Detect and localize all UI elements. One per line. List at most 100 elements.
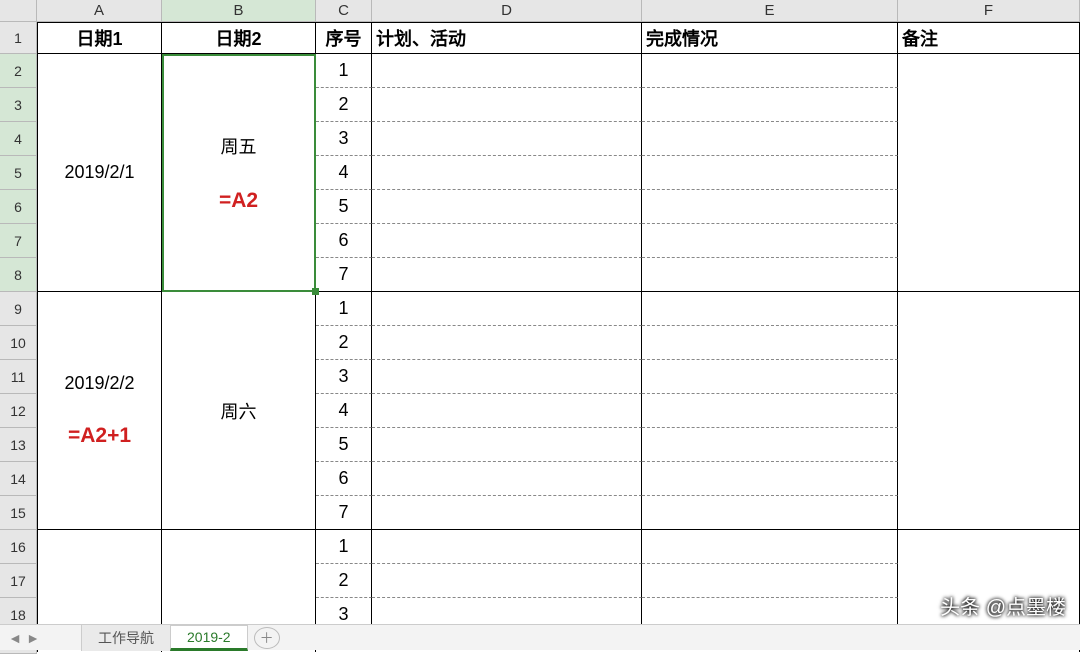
- sheet-tab-bar: ◄ ► 工作导航 2019-2 ＋: [0, 624, 1080, 650]
- cell-C9[interactable]: 1: [316, 292, 372, 326]
- rowhdr-10[interactable]: 10: [0, 326, 37, 360]
- cell-B9-merged[interactable]: 周六: [162, 292, 316, 530]
- cell-D11[interactable]: [372, 360, 642, 394]
- colhdr-B[interactable]: B: [162, 0, 316, 21]
- cell-C4[interactable]: 3: [316, 122, 372, 156]
- sheet-tab-1[interactable]: 2019-2: [170, 625, 248, 651]
- cell-C12[interactable]: 4: [316, 394, 372, 428]
- cell-C11[interactable]: 3: [316, 360, 372, 394]
- cell-E10[interactable]: [642, 326, 898, 360]
- cell-D6[interactable]: [372, 190, 642, 224]
- cell-C6[interactable]: 5: [316, 190, 372, 224]
- cell-B2-merged[interactable]: 周五 =A2: [162, 54, 316, 292]
- rowhdr-9[interactable]: 9: [0, 292, 37, 326]
- colhdr-D[interactable]: D: [372, 0, 642, 21]
- cell-E8[interactable]: [642, 258, 898, 292]
- cell-C16[interactable]: 1: [316, 530, 372, 564]
- cell-E12[interactable]: [642, 394, 898, 428]
- add-sheet-button[interactable]: ＋: [254, 627, 280, 649]
- cell-E7[interactable]: [642, 224, 898, 258]
- cell-C5[interactable]: 4: [316, 156, 372, 190]
- cell-D1[interactable]: 计划、活动: [372, 22, 642, 54]
- day-value: 周五: [221, 133, 257, 159]
- cell-D7[interactable]: [372, 224, 642, 258]
- cell-C14[interactable]: 6: [316, 462, 372, 496]
- cell-C1[interactable]: 序号: [316, 22, 372, 54]
- cell-E16[interactable]: [642, 530, 898, 564]
- cell-C3[interactable]: 2: [316, 88, 372, 122]
- cell-C8[interactable]: 7: [316, 258, 372, 292]
- tab-nav-prev[interactable]: ◄: [6, 627, 24, 649]
- cell-C7[interactable]: 6: [316, 224, 372, 258]
- cell-E2[interactable]: [642, 54, 898, 88]
- cell-B1[interactable]: 日期2: [162, 22, 316, 54]
- rowhdr-4[interactable]: 4: [0, 122, 37, 156]
- sheet-tab-0[interactable]: 工作导航: [81, 624, 171, 651]
- cell-E11[interactable]: [642, 360, 898, 394]
- rowhdr-12[interactable]: 12: [0, 394, 37, 428]
- cell-F2-merged[interactable]: [898, 54, 1080, 292]
- cell-D4[interactable]: [372, 122, 642, 156]
- day-value: 周六: [221, 398, 257, 424]
- cell-D9[interactable]: [372, 292, 642, 326]
- cell-D17[interactable]: [372, 564, 642, 598]
- cell-D2[interactable]: [372, 54, 642, 88]
- cell-C2[interactable]: 1: [316, 54, 372, 88]
- cell-A2-merged[interactable]: 2019/2/1: [37, 54, 162, 292]
- date1-value: 2019/2/1: [64, 162, 134, 183]
- cell-E17[interactable]: [642, 564, 898, 598]
- cell-A9-merged[interactable]: 2019/2/2 =A2+1: [37, 292, 162, 530]
- cell-E14[interactable]: [642, 462, 898, 496]
- rowhdr-5[interactable]: 5: [0, 156, 37, 190]
- cell-D14[interactable]: [372, 462, 642, 496]
- cell-D5[interactable]: [372, 156, 642, 190]
- rowhdr-3[interactable]: 3: [0, 88, 37, 122]
- cell-D12[interactable]: [372, 394, 642, 428]
- cell-E3[interactable]: [642, 88, 898, 122]
- colhdr-F[interactable]: F: [898, 0, 1080, 21]
- colhdr-E[interactable]: E: [642, 0, 898, 21]
- tab-nav-next[interactable]: ►: [24, 627, 42, 649]
- cell-E15[interactable]: [642, 496, 898, 530]
- cell-A1[interactable]: 日期1: [37, 22, 162, 54]
- rowhdr-16[interactable]: 16: [0, 530, 37, 564]
- column-header-row: A B C D E F: [0, 0, 1080, 22]
- colhdr-C[interactable]: C: [316, 0, 372, 21]
- cell-E6[interactable]: [642, 190, 898, 224]
- cell-E4[interactable]: [642, 122, 898, 156]
- cell-E1[interactable]: 完成情况: [642, 22, 898, 54]
- cell-D10[interactable]: [372, 326, 642, 360]
- cell-D15[interactable]: [372, 496, 642, 530]
- rowhdr-14[interactable]: 14: [0, 462, 37, 496]
- cell-E5[interactable]: [642, 156, 898, 190]
- colhdr-A[interactable]: A: [37, 0, 162, 21]
- rowhdr-8[interactable]: 8: [0, 258, 37, 292]
- row-header-col: 1 2 3 4 5 6 7 8 9 10 11 12 13 14 15 16 1…: [0, 22, 37, 654]
- rowhdr-2[interactable]: 2: [0, 54, 37, 88]
- rowhdr-15[interactable]: 15: [0, 496, 37, 530]
- cell-C17[interactable]: 2: [316, 564, 372, 598]
- cell-D16[interactable]: [372, 530, 642, 564]
- rowhdr-13[interactable]: 13: [0, 428, 37, 462]
- date1-value: 2019/2/2: [64, 373, 134, 394]
- rowhdr-1[interactable]: 1: [0, 22, 37, 54]
- formula-annotation: =A2: [219, 189, 258, 213]
- cell-E13[interactable]: [642, 428, 898, 462]
- cell-D8[interactable]: [372, 258, 642, 292]
- rowhdr-6[interactable]: 6: [0, 190, 37, 224]
- rowhdr-11[interactable]: 11: [0, 360, 37, 394]
- rowhdr-7[interactable]: 7: [0, 224, 37, 258]
- cell-D13[interactable]: [372, 428, 642, 462]
- cell-F1[interactable]: 备注: [898, 22, 1080, 54]
- rowhdr-17[interactable]: 17: [0, 564, 37, 598]
- cell-C10[interactable]: 2: [316, 326, 372, 360]
- cell-C13[interactable]: 5: [316, 428, 372, 462]
- cell-C15[interactable]: 7: [316, 496, 372, 530]
- cell-E9[interactable]: [642, 292, 898, 326]
- cell-F9-merged[interactable]: [898, 292, 1080, 530]
- cell-D3[interactable]: [372, 88, 642, 122]
- select-all-corner[interactable]: [0, 0, 37, 21]
- cells-area[interactable]: 日期1 日期2 序号 计划、活动 完成情况 备注 2019/2/1 周五 =A2…: [37, 22, 1080, 654]
- formula-annotation: =A2+1: [68, 424, 131, 448]
- fill-handle[interactable]: [312, 288, 319, 295]
